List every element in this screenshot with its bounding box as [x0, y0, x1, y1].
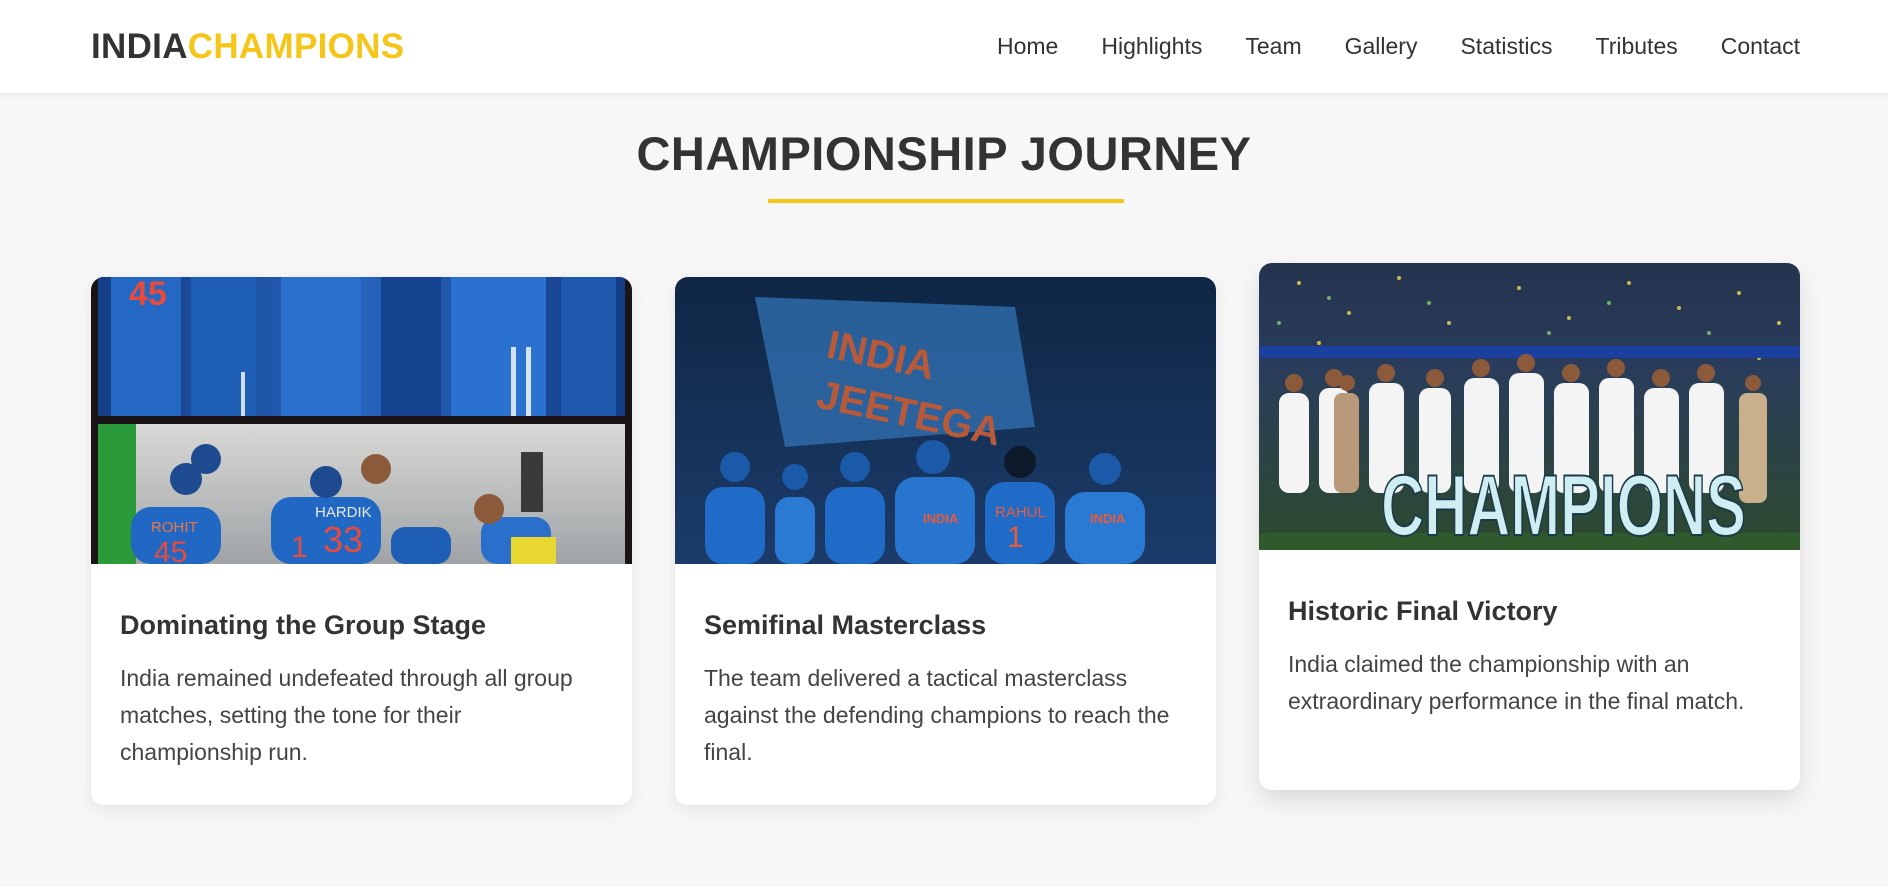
site-header: INDIACHAMPIONS Home Highlights Team Gall…: [0, 0, 1888, 93]
journey-card-final[interactable]: CHAMPIONS Historic Final Victory India c…: [1259, 263, 1800, 790]
card-title: Historic Final Victory: [1288, 596, 1558, 626]
journey-card-semifinal[interactable]: INDIA JEETEGA INDIA RAHUL 1 INDIA Semifi…: [675, 277, 1216, 805]
shirt-number-text: 45: [154, 536, 187, 564]
shirt-text: INDIA: [1090, 511, 1126, 526]
card-title: Semifinal Masterclass: [704, 610, 987, 640]
nav-gallery[interactable]: Gallery: [1345, 33, 1418, 60]
card-text: The team delivered a tactical masterclas…: [704, 665, 1170, 765]
section-title: CHAMPIONSHIP JOURNEY: [636, 127, 1252, 180]
nav-highlights[interactable]: Highlights: [1101, 33, 1202, 60]
card-image-semifinal: INDIA JEETEGA INDIA RAHUL 1 INDIA: [675, 277, 1216, 564]
shirt-text: INDIA: [923, 511, 959, 526]
main-nav: Home Highlights Team Gallery Statistics …: [997, 33, 1800, 60]
title-underline: [768, 199, 1124, 203]
shirt-name-text: ROHIT: [151, 519, 198, 536]
nav-statistics[interactable]: Statistics: [1460, 33, 1552, 60]
card-image-group-stage: 45 ROHIT 45 HARDIK 33 1: [91, 277, 632, 564]
shirt-number-text: 33: [323, 519, 363, 560]
champions-banner-text: CHAMPIONS: [1381, 458, 1746, 550]
shirt-number-text: 45: [129, 277, 167, 313]
logo-part-champions: CHAMPIONS: [187, 26, 405, 66]
nav-team[interactable]: Team: [1245, 33, 1301, 60]
card-text: India remained undefeated through all gr…: [120, 665, 573, 765]
card-title: Dominating the Group Stage: [120, 610, 487, 640]
shirt-number-text: 1: [291, 531, 308, 564]
nav-home[interactable]: Home: [997, 33, 1058, 60]
card-text: India claimed the championship with an e…: [1288, 651, 1745, 714]
nav-tributes[interactable]: Tributes: [1596, 33, 1678, 60]
shirt-name-text: RAHUL: [995, 504, 1046, 521]
journey-card-group-stage[interactable]: 45 ROHIT 45 HARDIK 33 1 Dominating the G…: [91, 277, 632, 805]
shirt-number-text: 1: [1007, 521, 1024, 554]
logo-part-india: INDIA: [91, 26, 188, 66]
nav-contact[interactable]: Contact: [1721, 33, 1800, 60]
card-image-final: CHAMPIONS: [1259, 263, 1800, 550]
site-logo[interactable]: INDIACHAMPIONS: [91, 27, 404, 67]
